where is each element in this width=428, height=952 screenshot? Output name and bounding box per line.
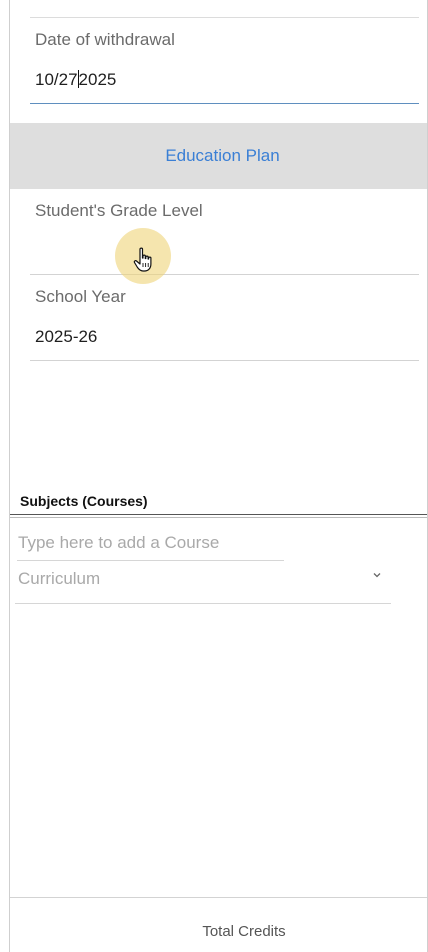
school-year-label: School Year — [35, 287, 126, 306]
withdrawal-date-underline — [30, 103, 419, 104]
education-plan-section-header: Education Plan — [10, 123, 427, 189]
education-plan-link[interactable]: Education Plan — [157, 146, 279, 166]
withdrawal-date-part-1: 10/27 — [35, 70, 78, 89]
withdrawal-date-part-2: 2025 — [78, 70, 117, 89]
footer-divider — [10, 897, 427, 898]
chevron-down-icon — [373, 573, 381, 578]
withdrawal-date-value[interactable]: 10/272025 — [35, 70, 116, 90]
withdrawal-date-label: Date of withdrawal — [35, 30, 175, 49]
subjects-heading: Subjects (Courses) — [20, 493, 148, 509]
grade-level-label: Student's Grade Level — [35, 201, 203, 220]
total-credits-label: Total Credits — [202, 923, 286, 940]
school-year-underline — [30, 360, 419, 361]
school-year-value[interactable]: 2025-26 — [35, 327, 97, 347]
hand-pointer-icon — [133, 247, 152, 272]
subjects-divider-dark — [10, 514, 427, 515]
curriculum-placeholder: Curriculum — [18, 569, 101, 588]
subjects-divider-light — [10, 517, 427, 518]
top-divider — [30, 17, 419, 18]
course-search-input[interactable] — [17, 526, 284, 561]
grade-level-underline — [30, 274, 419, 275]
curriculum-select[interactable]: Curriculum — [15, 565, 391, 604]
